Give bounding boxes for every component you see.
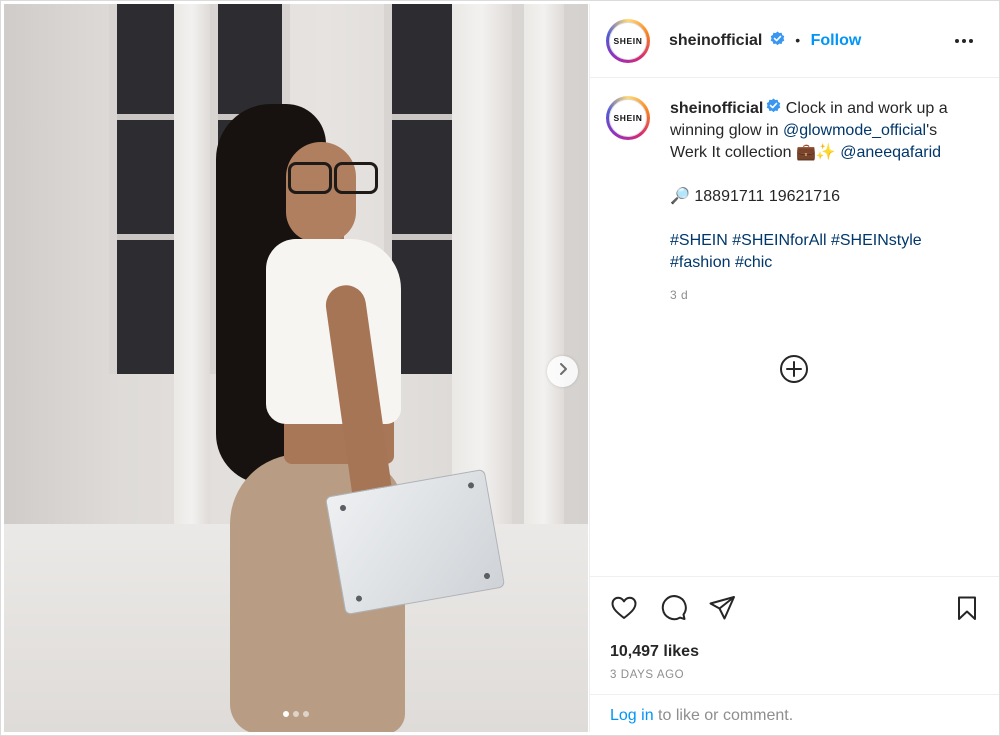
more-options-icon[interactable] xyxy=(953,30,975,57)
dot-separator: • xyxy=(795,32,801,49)
slide-dot xyxy=(293,711,299,717)
slide-dot xyxy=(303,711,309,717)
post-side-panel: SHEIN sheinofficial • Follow SHEIN shein… xyxy=(589,4,999,732)
mention-link[interactable]: @glowmode_official xyxy=(783,122,926,139)
share-icon[interactable] xyxy=(707,593,737,628)
hashtag-link[interactable]: #fashion xyxy=(670,254,731,271)
add-circle-icon[interactable] xyxy=(778,353,810,390)
mention-link[interactable]: @aneeqafarid xyxy=(840,144,941,161)
hashtag-link[interactable]: #SHEINforAll xyxy=(732,232,826,249)
hashtag-link[interactable]: #chic xyxy=(735,254,772,271)
hashtag-link[interactable]: #SHEIN xyxy=(670,232,728,249)
login-prompt-text: to like or comment. xyxy=(653,707,794,724)
post-date: 3 DAYS AGO xyxy=(610,669,685,681)
comment-icon[interactable] xyxy=(658,593,688,628)
verified-badge-icon xyxy=(770,31,785,51)
hashtags: #SHEIN #SHEINforAll #SHEINstyle #fashion… xyxy=(670,230,975,274)
like-count[interactable]: 10,497 likes xyxy=(610,643,699,661)
caption-timestamp: 3 d xyxy=(670,288,689,303)
product-codes: 🔎 18891711 19621716 xyxy=(670,188,840,206)
slide-dot xyxy=(283,711,289,717)
next-slide-button[interactable] xyxy=(547,356,578,387)
post-photo[interactable] xyxy=(4,4,588,732)
verified-badge-icon xyxy=(766,98,781,120)
bookmark-icon[interactable] xyxy=(952,593,982,628)
slide-indicator xyxy=(283,711,309,717)
login-link[interactable]: Log in xyxy=(610,707,654,724)
follow-button[interactable]: Follow xyxy=(811,32,862,49)
username-link[interactable]: sheinofficial xyxy=(669,32,762,49)
post-actions: 10,497 likes 3 DAYS AGO xyxy=(590,576,999,681)
post-caption: sheinofficial Clock in and work up a win… xyxy=(670,98,975,306)
instagram-post: SHEIN sheinofficial • Follow SHEIN shein… xyxy=(0,0,1000,736)
post-header: SHEIN sheinofficial • Follow xyxy=(590,4,999,78)
caption-username-link[interactable]: sheinofficial xyxy=(670,100,763,117)
login-prompt: Log in to like or comment. xyxy=(590,694,999,733)
chevron-right-icon xyxy=(556,362,570,381)
heart-icon[interactable] xyxy=(609,593,639,628)
hashtag-link[interactable]: #SHEINstyle xyxy=(831,232,922,249)
caption-avatar[interactable]: SHEIN xyxy=(606,96,650,140)
avatar[interactable]: SHEIN xyxy=(606,19,650,63)
